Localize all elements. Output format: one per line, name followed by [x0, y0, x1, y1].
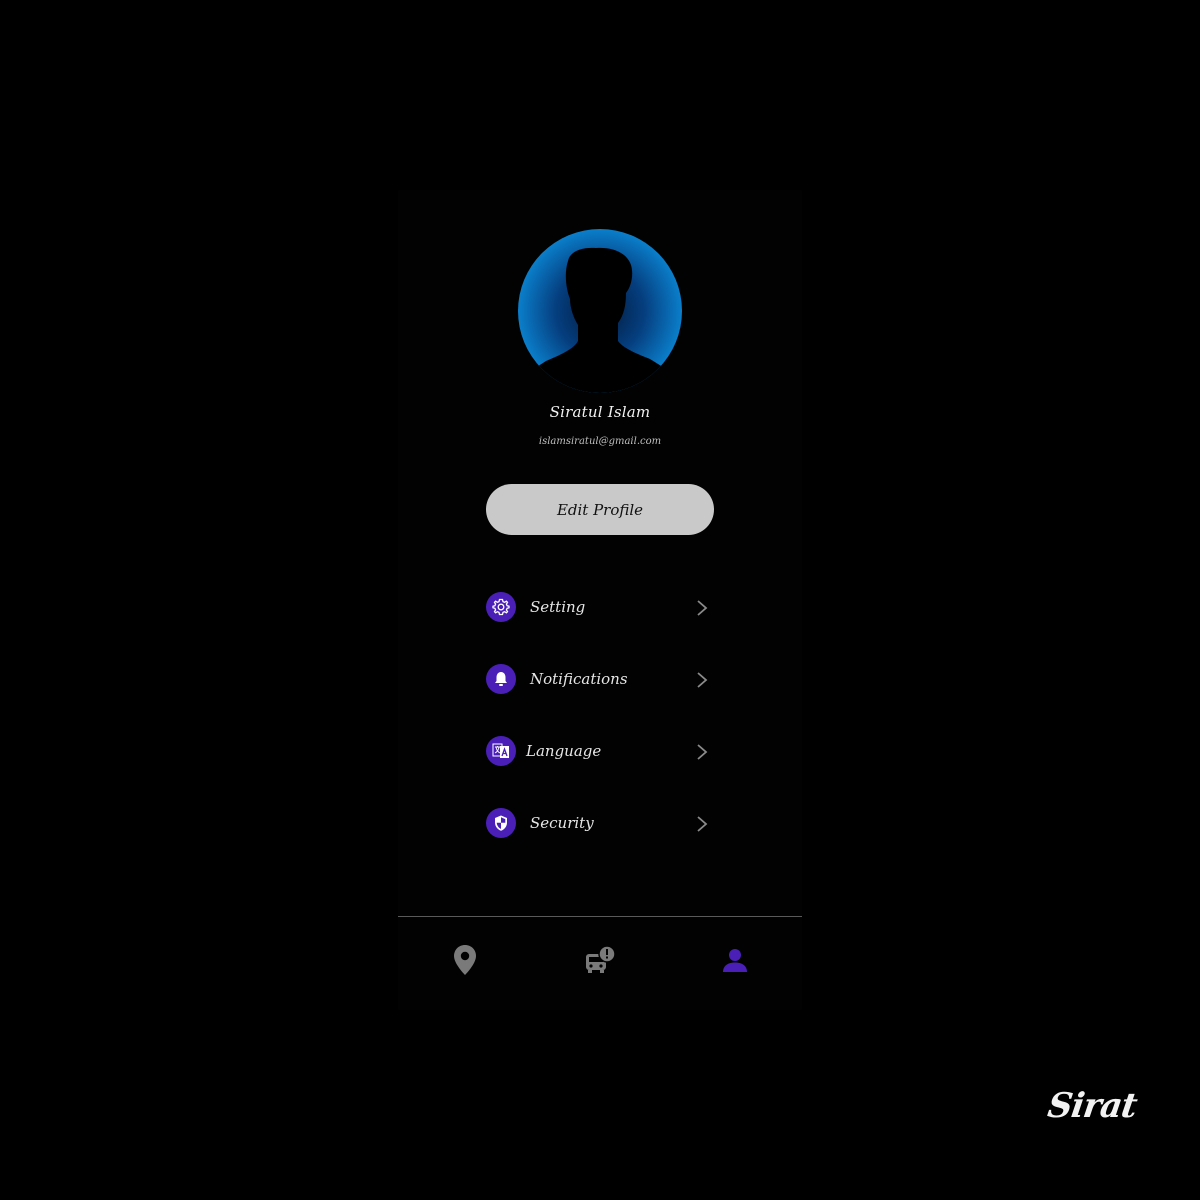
shield-icon	[486, 808, 516, 838]
bell-icon	[486, 664, 516, 694]
chevron-right-icon	[697, 744, 708, 760]
chevron-right-icon	[697, 600, 708, 616]
profile-screen: Siratul Islam islamsiratul@gmail.com Edi…	[398, 190, 802, 1010]
menu-item-language[interactable]: Language	[484, 734, 714, 770]
watermark-signature: Sirat	[1045, 1086, 1139, 1126]
chevron-right-icon	[697, 816, 708, 832]
translate-icon	[486, 736, 516, 766]
edit-profile-button[interactable]: Edit Profile	[486, 484, 714, 535]
menu-item-label: Language	[526, 742, 602, 760]
gear-icon	[486, 592, 516, 622]
nav-map[interactable]	[445, 942, 485, 978]
person-icon	[723, 949, 747, 972]
menu-item-notifications[interactable]: Notifications	[484, 662, 714, 698]
menu-item-label: Notifications	[530, 670, 628, 688]
location-pin-icon	[454, 945, 476, 975]
chevron-right-icon	[697, 672, 708, 688]
menu-item-setting[interactable]: Setting	[484, 590, 714, 626]
profile-name: Siratul Islam	[549, 403, 651, 421]
menu-item-security[interactable]: Security	[484, 806, 714, 842]
nav-bus-alerts[interactable]	[580, 942, 620, 978]
avatar[interactable]	[518, 229, 682, 393]
menu-item-label: Setting	[530, 598, 586, 616]
bus-alert-icon	[586, 945, 616, 973]
person-silhouette-icon	[518, 247, 682, 393]
nav-profile[interactable]	[715, 942, 755, 978]
menu-item-label: Security	[530, 814, 594, 832]
profile-email: islamsiratul@gmail.com	[538, 436, 662, 447]
bottom-nav-divider	[398, 916, 802, 917]
